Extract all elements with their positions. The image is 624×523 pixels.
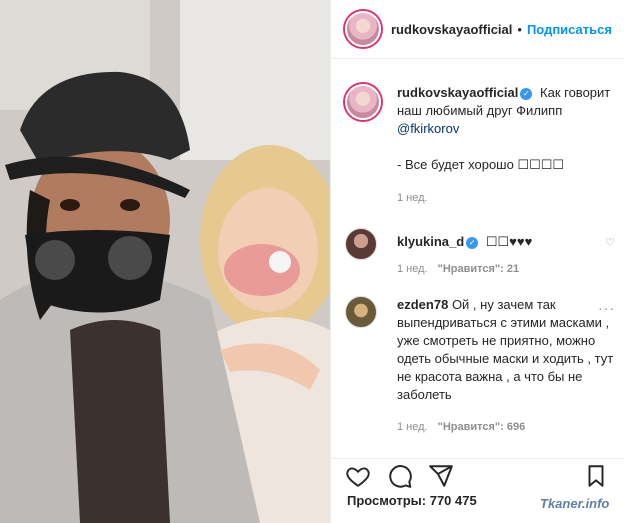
watermark: Tkaner.info bbox=[540, 496, 610, 511]
comment-text: ezden78 Ой , ну зачем так выпендриваться… bbox=[397, 296, 617, 404]
comment-username[interactable]: ezden78 bbox=[397, 297, 448, 312]
comment-username[interactable]: klyukina_d bbox=[397, 234, 464, 249]
author-username[interactable]: rudkovskayaofficial bbox=[391, 22, 512, 37]
comments-list: rudkovskayaofficial ✓ Как говорит наш люб… bbox=[331, 58, 624, 458]
caption-text: rudkovskayaofficial ✓ Как говорит наш люб… bbox=[397, 84, 617, 174]
comment-time[interactable]: 1 нед. bbox=[397, 421, 428, 433]
follow-button[interactable]: Подписаться bbox=[527, 22, 612, 37]
caption-avatar[interactable] bbox=[345, 84, 381, 120]
comment-body: Ой , ну зачем так выпендриваться с этими… bbox=[397, 297, 614, 402]
views-label: Просмотры: bbox=[347, 493, 427, 508]
comment-icon[interactable] bbox=[387, 463, 413, 489]
comment-likes[interactable]: "Нравится": 696 bbox=[438, 421, 526, 433]
caption-item: rudkovskayaofficial ✓ Как говорит наш люб… bbox=[345, 84, 615, 214]
commenter-avatar[interactable] bbox=[345, 228, 377, 260]
comment-item: ezden78 Ой , ну зачем так выпендриваться… bbox=[345, 296, 615, 436]
post-side-panel: rudkovskayaofficial • Подписаться rudkov… bbox=[330, 0, 624, 523]
comment-time[interactable]: 1 нед. bbox=[397, 263, 428, 275]
comment-like-icon[interactable]: ♡ bbox=[605, 236, 615, 249]
comment-text: klyukina_d ✓ ☐☐♥♥♥ bbox=[397, 233, 617, 251]
views-number: 770 475 bbox=[429, 493, 477, 508]
share-icon[interactable] bbox=[428, 463, 454, 489]
caption-line2: - Все будет хорошо ☐☐☐☐ bbox=[397, 157, 565, 172]
action-bar bbox=[331, 458, 624, 493]
verified-icon: ✓ bbox=[520, 87, 533, 100]
post-header: rudkovskayaofficial • Подписаться bbox=[331, 0, 624, 59]
more-options-icon[interactable]: ··· bbox=[598, 300, 615, 316]
views-count[interactable]: Просмотры: 770 475 bbox=[347, 493, 477, 508]
caption-mention[interactable]: @fkirkorov bbox=[397, 121, 459, 136]
separator-dot: • bbox=[517, 21, 522, 37]
comment-likes[interactable]: "Нравится": 21 bbox=[438, 263, 519, 275]
comment-meta: 1 нед. "Нравится": 21 bbox=[397, 263, 519, 275]
verified-icon: ✓ bbox=[466, 236, 479, 249]
comment-body: ☐☐♥♥♥ bbox=[485, 234, 533, 249]
author-avatar[interactable] bbox=[345, 11, 381, 47]
comment-meta: 1 нед. "Нравится": 696 bbox=[397, 421, 525, 433]
caption-username[interactable]: rudkovskayaofficial bbox=[397, 85, 518, 100]
bookmark-icon[interactable] bbox=[583, 463, 609, 489]
heart-icon[interactable] bbox=[345, 463, 371, 489]
post-photo bbox=[0, 0, 330, 523]
photo-illustration bbox=[0, 0, 330, 523]
caption-time[interactable]: 1 нед. bbox=[397, 192, 428, 204]
commenter-avatar[interactable] bbox=[345, 296, 377, 328]
comment-item: klyukina_d ✓ ☐☐♥♥♥ 1 нед. "Нравится": 21 ♡ bbox=[345, 228, 615, 278]
